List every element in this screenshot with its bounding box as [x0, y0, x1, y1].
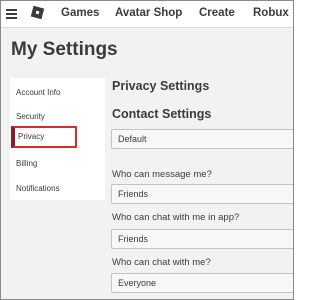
privacy-settings-heading: Privacy Settings	[112, 79, 210, 93]
page-title: My Settings	[11, 39, 118, 60]
settings-sidebar: Account Info Security Privacy Billing No…	[10, 78, 105, 200]
contact-settings-select[interactable]: Default	[111, 129, 293, 149]
sidebar-item-privacy[interactable]: Privacy	[11, 126, 77, 148]
sidebar-item-label: Privacy	[18, 132, 45, 141]
nav-create-link[interactable]: Create	[199, 7, 235, 19]
sidebar-item-security[interactable]: Security	[10, 105, 105, 127]
nav-avatar-shop-link[interactable]: Avatar Shop	[115, 7, 182, 19]
select-value: Friends	[118, 189, 149, 199]
sidebar-item-billing[interactable]: Billing	[10, 152, 105, 174]
top-navigation: Games Avatar Shop Create Robux	[1, 1, 293, 28]
select-value: Default	[118, 134, 147, 144]
select-value: Everyone	[118, 278, 157, 288]
nav-games-link[interactable]: Games	[61, 7, 99, 19]
message-me-label: Who can message me?	[112, 169, 212, 180]
chat-with-me-select[interactable]: Everyone	[111, 273, 293, 293]
app-chat-label: Who can chat with me in app?	[112, 212, 240, 223]
sidebar-item-label: Account Info	[16, 88, 61, 97]
hamburger-menu-icon[interactable]	[6, 9, 17, 19]
sidebar-item-label: Security	[16, 112, 45, 121]
sidebar-item-account-info[interactable]: Account Info	[10, 81, 105, 103]
roblox-logo-icon[interactable]	[30, 5, 45, 20]
sidebar-item-label: Notifications	[16, 184, 60, 193]
app-chat-select[interactable]: Friends	[111, 229, 293, 249]
sidebar-item-notifications[interactable]: Notifications	[10, 177, 105, 199]
contact-settings-heading: Contact Settings	[112, 107, 212, 121]
nav-robux-link[interactable]: Robux	[253, 7, 289, 19]
select-value: Friends	[118, 234, 149, 244]
settings-window: Games Avatar Shop Create Robux My Settin…	[0, 0, 294, 300]
message-me-select[interactable]: Friends	[111, 184, 293, 204]
sidebar-item-label: Billing	[16, 159, 38, 168]
chat-with-me-label: Who can chat with me?	[112, 257, 211, 268]
